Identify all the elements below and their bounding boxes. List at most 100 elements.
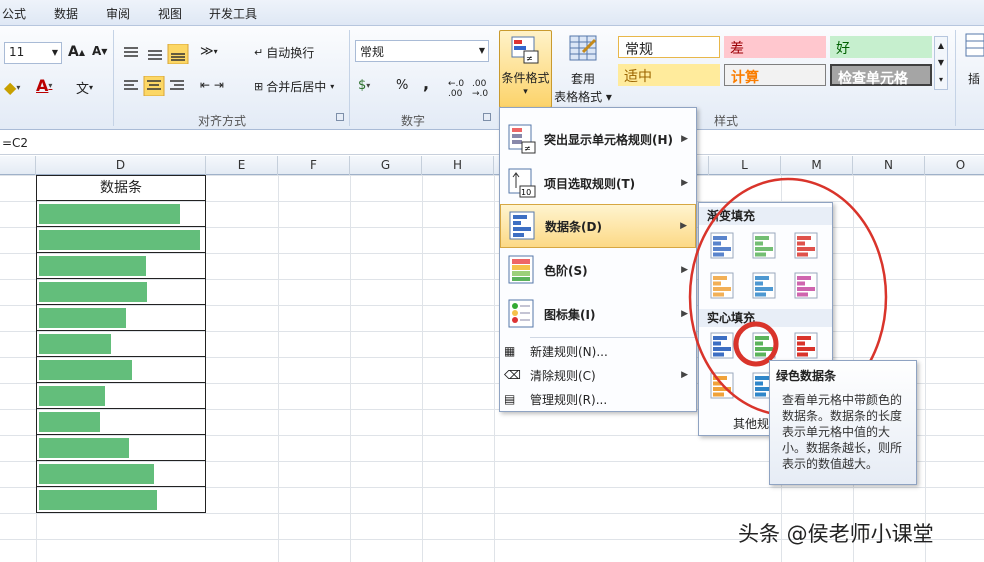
databar [39, 256, 146, 276]
databar [39, 204, 180, 224]
vertical-align-icons[interactable] [122, 44, 206, 64]
column-header-f[interactable]: F [278, 156, 350, 175]
style-check-cell[interactable]: 检查单元格 [830, 64, 932, 87]
svg-text:≠: ≠ [526, 54, 533, 63]
menu-divider [530, 337, 696, 338]
icon-sets-label: 图标集(I) [544, 307, 596, 322]
tab-view[interactable]: 视图 [158, 5, 182, 22]
clear-rules-icon: ⌫ [504, 368, 521, 382]
solid-red-databar-icon[interactable] [789, 331, 821, 361]
gradient-orange-databar-icon[interactable] [705, 271, 737, 301]
number-group-label: 数字 [401, 114, 426, 128]
tab-developer[interactable]: 开发工具 [209, 5, 257, 22]
menu-color-scales[interactable]: 色阶(S) ▶ [500, 248, 696, 292]
highlight-rules-icon: ≠ [508, 124, 536, 154]
insert-cells-icon[interactable] [964, 32, 984, 60]
column-header-m[interactable]: M [781, 156, 853, 175]
menu-clear-rules[interactable]: ⌫ 清除规则(C) ▶ [500, 363, 696, 387]
menu-top-bottom-rules[interactable]: 10 项目选取规则(T) ▶ [500, 160, 696, 206]
conditional-format-caret: ▾ [523, 87, 528, 97]
menu-icon-sets[interactable]: 图标集(I) ▶ [500, 292, 696, 336]
style-neutral[interactable]: 适中 [618, 64, 720, 86]
fill-color-icon[interactable]: ◆ ▾ [4, 78, 20, 97]
style-normal[interactable]: 常规 [618, 36, 720, 58]
databar-cell[interactable] [36, 201, 206, 227]
column-header-n[interactable]: N [853, 156, 925, 175]
formula-text: =C2 [2, 136, 29, 150]
menu-manage-rules[interactable]: ▤ 管理规则(R)... [500, 387, 696, 411]
comma-button[interactable]: , [423, 74, 429, 93]
style-calculation[interactable]: 计算 [724, 64, 826, 86]
databar-cell[interactable] [36, 227, 206, 253]
gradient-purple-databar-icon[interactable] [789, 271, 821, 301]
tab-data[interactable]: 数据 [54, 5, 78, 22]
column-header-h[interactable]: H [422, 156, 494, 175]
column-header-d[interactable]: D [36, 156, 206, 175]
horizontal-align-icons[interactable] [122, 76, 206, 96]
gradient-red-databar-icon[interactable] [789, 231, 821, 261]
databar-cell[interactable] [36, 253, 206, 279]
grid-line [925, 175, 926, 562]
conditional-format-button[interactable]: ≠ 条件格式 ▾ [499, 30, 552, 108]
column-header-g[interactable]: G [350, 156, 422, 175]
alignment-group-label: 对齐方式 [198, 114, 247, 128]
submenu-arrow-icon: ▶ [681, 309, 688, 319]
tab-formulas[interactable]: 公式 [2, 5, 26, 22]
gradient-green-databar-icon[interactable] [747, 231, 779, 261]
font-color-icon[interactable]: A ▾ [36, 76, 52, 95]
data-bars-label: 数据条(D) [545, 219, 602, 234]
solid-green-databar-icon[interactable] [747, 331, 779, 361]
solid-orange-databar-icon[interactable] [705, 371, 737, 401]
clear-rules-label: 清除规则(C) [530, 368, 596, 383]
indent-icons[interactable]: ⇤ ⇥ [200, 78, 224, 92]
orientation-icon[interactable]: ≫ ▾ [200, 44, 218, 59]
percent-button[interactable]: % [396, 78, 408, 93]
increase-decimal-icon[interactable]: ←.0.00 [448, 79, 464, 99]
data-bars-icon [509, 211, 535, 240]
databar-cell[interactable] [36, 331, 206, 357]
gradient-blue-databar-icon[interactable] [705, 231, 737, 261]
databar-cell[interactable] [36, 357, 206, 383]
databar-cell[interactable] [36, 409, 206, 435]
databar-cell[interactable] [36, 305, 206, 331]
insert-label[interactable]: 插 [968, 70, 980, 87]
shrink-font-icon[interactable]: A ▼ [92, 44, 107, 58]
decrease-decimal-icon[interactable]: .00 →.0 [472, 79, 488, 99]
menu-data-bars[interactable]: 数据条(D) ▶ [500, 204, 696, 248]
menu-new-rule[interactable]: ▦ 新建规则(N)... [500, 339, 696, 363]
databar-cell[interactable] [36, 461, 206, 487]
menu-highlight-rules[interactable]: ≠ 突出显示单元格规则(H) ▶ [500, 116, 696, 162]
tab-review[interactable]: 审阅 [106, 5, 130, 22]
wrap-text-button[interactable]: ↵ 自动换行 [254, 44, 314, 61]
new-rule-label: 新建规则(N)... [530, 344, 608, 359]
styles-gallery-scroll[interactable]: ▲ ▼ ▾ [934, 36, 948, 90]
phonetic-icon[interactable]: 文 ▾ [76, 78, 93, 97]
column-header-e[interactable]: E [206, 156, 278, 175]
column-header-l[interactable]: L [709, 156, 781, 175]
more-rules-label[interactable]: 其他规 [733, 415, 769, 432]
number-launcher-icon[interactable] [483, 113, 491, 121]
gradient-lightblue-databar-icon[interactable] [747, 271, 779, 301]
grow-font-icon[interactable]: A ▲ [68, 44, 85, 60]
databar-cell[interactable] [36, 487, 206, 513]
databar-cell[interactable] [36, 279, 206, 305]
databar-cell[interactable] [36, 435, 206, 461]
style-bad[interactable]: 差 [724, 36, 826, 58]
format-as-table-button[interactable]: 套用 表格格式 ▾ [553, 30, 613, 108]
header-cell[interactable]: 数据条 [36, 175, 206, 201]
tooltip-line: 数据条。数据条的长度 [782, 409, 903, 423]
merge-center-button[interactable]: ⊞ 合并后居中 ▾ [254, 78, 334, 95]
alignment-launcher-icon[interactable] [336, 113, 344, 121]
databar [39, 230, 200, 250]
number-format-select[interactable]: 常规 ▼ [355, 40, 489, 62]
solid-blue-databar-icon[interactable] [705, 331, 737, 361]
databar-cell[interactable] [36, 383, 206, 409]
style-good[interactable]: 好 [830, 36, 932, 58]
column-header-c[interactable] [0, 156, 36, 175]
column-header-o[interactable]: O [925, 156, 984, 175]
font-size-select[interactable]: 11 ▼ [4, 42, 62, 64]
formula-bar[interactable]: =C2 [0, 131, 984, 155]
submenu-arrow-icon: ▶ [681, 265, 688, 275]
currency-icon[interactable]: $ ▾ [358, 78, 370, 93]
svg-text:10: 10 [521, 188, 531, 197]
